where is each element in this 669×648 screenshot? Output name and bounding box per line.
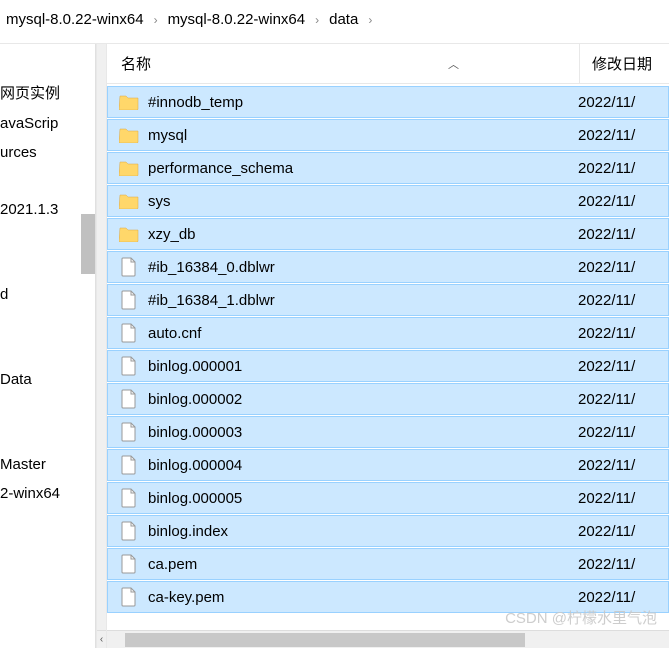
file-name: performance_schema (148, 160, 578, 177)
file-name: ca.pem (148, 556, 578, 573)
file-name: binlog.000004 (148, 457, 578, 474)
file-name: auto.cnf (148, 325, 578, 342)
file-name: #ib_16384_0.dblwr (148, 259, 578, 276)
file-date: 2022/11/ (578, 457, 668, 474)
file-row[interactable]: #ib_16384_1.dblwr2022/11/ (107, 284, 669, 316)
column-header-row: 名称 ︿ 修改日期 (107, 44, 669, 84)
file-row[interactable]: binlog.0000012022/11/ (107, 350, 669, 382)
file-date: 2022/11/ (578, 589, 668, 606)
panel-divider[interactable]: ‹ (96, 44, 107, 648)
sidebar-item (0, 48, 95, 76)
file-date: 2022/11/ (578, 226, 668, 243)
navigation-sidebar[interactable]: 网页实例avaScripurces 2021.1.3dDataMaster2-w… (0, 44, 96, 648)
file-list: #innodb_temp2022/11/mysql2022/11/perform… (107, 84, 669, 630)
file-date: 2022/11/ (578, 160, 668, 177)
file-name: binlog.000002 (148, 391, 578, 408)
sidebar-item (0, 167, 95, 195)
folder-icon (118, 157, 140, 179)
file-date: 2022/11/ (578, 358, 668, 375)
file-icon (118, 388, 140, 410)
folder-icon (118, 223, 140, 245)
scrollbar-thumb[interactable] (125, 633, 525, 647)
file-name: mysql (148, 127, 578, 144)
column-header-date[interactable]: 修改日期 (579, 44, 669, 83)
file-row[interactable]: auto.cnf2022/11/ (107, 317, 669, 349)
sidebar-item[interactable]: Data (0, 365, 95, 394)
file-name: binlog.000003 (148, 424, 578, 441)
sidebar-item (0, 422, 95, 450)
folder-icon (118, 190, 140, 212)
file-name: binlog.000005 (148, 490, 578, 507)
folder-icon (118, 91, 140, 113)
sidebar-item[interactable]: d (0, 280, 95, 309)
file-row[interactable]: binlog.index2022/11/ (107, 515, 669, 547)
file-icon (118, 289, 140, 311)
horizontal-scrollbar[interactable] (107, 630, 669, 648)
file-name: xzy_db (148, 226, 578, 243)
file-row[interactable]: binlog.0000022022/11/ (107, 383, 669, 415)
file-row[interactable]: ca-key.pem2022/11/ (107, 581, 669, 613)
file-icon (118, 421, 140, 443)
file-icon (118, 355, 140, 377)
file-row[interactable]: #ib_16384_0.dblwr2022/11/ (107, 251, 669, 283)
file-date: 2022/11/ (578, 556, 668, 573)
breadcrumb-item[interactable]: mysql-8.0.22-winx64 (4, 11, 146, 28)
file-date: 2022/11/ (578, 193, 668, 210)
sidebar-item (0, 394, 95, 422)
sidebar-item[interactable]: Master (0, 450, 95, 479)
file-icon (118, 586, 140, 608)
sidebar-item (0, 337, 95, 365)
file-icon (118, 487, 140, 509)
column-header-name[interactable]: 名称 ︿ (119, 53, 579, 74)
file-date: 2022/11/ (578, 127, 668, 144)
file-date: 2022/11/ (578, 424, 668, 441)
file-name: #ib_16384_1.dblwr (148, 292, 578, 309)
breadcrumb[interactable]: mysql-8.0.22-winx64 › mysql-8.0.22-winx6… (0, 0, 669, 44)
file-name: sys (148, 193, 578, 210)
folder-icon (118, 124, 140, 146)
sidebar-item (0, 309, 95, 337)
file-row[interactable]: binlog.0000042022/11/ (107, 449, 669, 481)
chevron-right-icon: › (366, 13, 374, 27)
sidebar-item[interactable]: urces (0, 138, 95, 167)
folder-row[interactable]: mysql2022/11/ (107, 119, 669, 151)
scrollbar-thumb[interactable] (81, 214, 95, 274)
file-date: 2022/11/ (578, 259, 668, 276)
file-date: 2022/11/ (578, 94, 668, 111)
file-date: 2022/11/ (578, 523, 668, 540)
file-row[interactable]: binlog.0000052022/11/ (107, 482, 669, 514)
file-row[interactable]: binlog.0000032022/11/ (107, 416, 669, 448)
folder-row[interactable]: #innodb_temp2022/11/ (107, 86, 669, 118)
scroll-left-button[interactable]: ‹ (97, 630, 106, 648)
file-icon (118, 322, 140, 344)
sidebar-item[interactable]: avaScrip (0, 109, 95, 138)
file-icon (118, 256, 140, 278)
sidebar-item[interactable]: 网页实例 (0, 76, 95, 109)
file-list-panel: 名称 ︿ 修改日期 #innodb_temp2022/11/mysql2022/… (107, 44, 669, 648)
file-row[interactable]: ca.pem2022/11/ (107, 548, 669, 580)
folder-row[interactable]: xzy_db2022/11/ (107, 218, 669, 250)
column-name-label: 名称 (119, 53, 151, 74)
sidebar-item[interactable]: 2-winx64 (0, 479, 95, 508)
file-name: binlog.index (148, 523, 578, 540)
file-date: 2022/11/ (578, 391, 668, 408)
breadcrumb-item[interactable]: mysql-8.0.22-winx64 (166, 11, 308, 28)
breadcrumb-item[interactable]: data (327, 11, 360, 28)
chevron-right-icon: › (152, 13, 160, 27)
file-date: 2022/11/ (578, 292, 668, 309)
file-name: ca-key.pem (148, 589, 578, 606)
folder-row[interactable]: performance_schema2022/11/ (107, 152, 669, 184)
chevron-right-icon: › (313, 13, 321, 27)
column-date-label: 修改日期 (592, 53, 652, 74)
sort-ascending-icon: ︿ (448, 56, 459, 72)
file-icon (118, 520, 140, 542)
file-name: #innodb_temp (148, 94, 578, 111)
file-icon (118, 454, 140, 476)
file-date: 2022/11/ (578, 490, 668, 507)
file-name: binlog.000001 (148, 358, 578, 375)
file-icon (118, 553, 140, 575)
file-date: 2022/11/ (578, 325, 668, 342)
folder-row[interactable]: sys2022/11/ (107, 185, 669, 217)
